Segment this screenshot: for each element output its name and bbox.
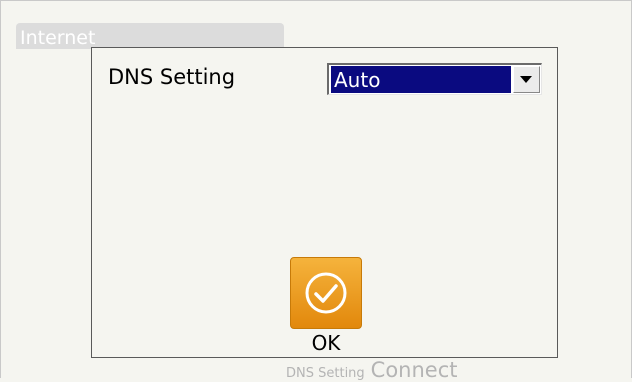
dns-setting-dialog: DNS Setting Auto OK: [91, 47, 558, 358]
ok-button[interactable]: OK: [290, 257, 362, 357]
dns-setting-label: DNS Setting: [108, 65, 236, 89]
background-bottom-bar: DNS Setting Connect: [286, 358, 458, 382]
ok-button-label: OK: [311, 331, 341, 355]
checkmark-circle-icon: [305, 272, 347, 314]
background-connect-tab: Connect: [370, 358, 458, 382]
dns-setting-dropdown[interactable]: Auto: [327, 63, 542, 95]
background-window-title: Internet: [16, 23, 284, 49]
dns-setting-selected-value[interactable]: Auto: [331, 66, 511, 93]
ok-button-tile[interactable]: [290, 257, 362, 329]
chevron-down-icon[interactable]: [513, 66, 540, 93]
